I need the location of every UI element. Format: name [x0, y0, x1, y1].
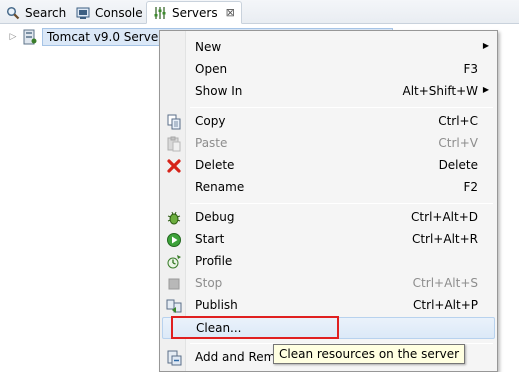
- menu-item-stop[interactable]: Stop Ctrl+Alt+S: [162, 273, 495, 295]
- menu-item-shortcut: Ctrl+Alt+P: [413, 298, 478, 312]
- menu-item-profile[interactable]: Profile: [162, 251, 495, 273]
- menu-item-shortcut: Ctrl+Alt+D: [411, 210, 478, 224]
- expand-toggle-icon[interactable]: ▷: [6, 32, 20, 42]
- delete-icon: [162, 155, 186, 177]
- view-tab-bar: Search Console Servers ⊠: [0, 0, 519, 24]
- menu-item-shortcut: Ctrl+Alt+S: [412, 276, 478, 290]
- start-icon: [162, 229, 186, 251]
- menu-item-shortcut: F3: [463, 62, 478, 76]
- menu-item-label: Rename: [195, 180, 245, 194]
- menu-item-debug[interactable]: Debug Ctrl+Alt+D: [162, 207, 495, 229]
- menu-item-shortcut: Ctrl+C: [438, 114, 478, 128]
- close-icon[interactable]: ⊠: [226, 6, 235, 19]
- submenu-arrow-icon: ▶: [482, 41, 489, 50]
- menu-item-label: Open: [195, 62, 228, 76]
- tab-label: Servers: [172, 5, 218, 20]
- menu-item-copy[interactable]: Copy Ctrl+C: [162, 111, 495, 133]
- menu-item-shortcut: Alt+Shift+W: [402, 84, 479, 98]
- menu-item-shortcut: F2: [463, 180, 478, 194]
- menu-item-label: New: [195, 40, 222, 54]
- menu-item-delete[interactable]: Delete Delete: [162, 155, 495, 177]
- menu-item-publish[interactable]: Publish Ctrl+Alt+P: [162, 295, 495, 317]
- menu-item-open[interactable]: Open F3: [162, 59, 495, 81]
- servers-icon: [153, 6, 167, 20]
- menu-item-label: Stop: [195, 276, 223, 290]
- profile-icon: [162, 251, 186, 273]
- publish-icon: [162, 295, 186, 317]
- menu-item-paste[interactable]: Paste Ctrl+V: [162, 133, 495, 155]
- menu-item-label: Debug: [195, 210, 235, 224]
- tooltip: Clean resources on the server: [273, 344, 466, 364]
- menu-item-label: Delete: [195, 158, 235, 172]
- menu-item-label: Copy: [195, 114, 226, 128]
- menu-item-label: Paste: [195, 136, 228, 150]
- menu-item-label: Start: [195, 232, 225, 246]
- menu-item-new[interactable]: New ▶: [162, 37, 495, 59]
- add-remove-icon: [162, 347, 186, 369]
- menu-separator: [190, 203, 493, 204]
- menu-item-shortcut: Ctrl+Alt+R: [411, 232, 478, 246]
- menu-item-label: Publish: [195, 298, 238, 312]
- console-icon: [76, 6, 90, 20]
- menu-item-label: Show In: [195, 84, 243, 98]
- tab-servers[interactable]: Servers ⊠: [146, 1, 242, 24]
- menu-item-start[interactable]: Start Ctrl+Alt+R: [162, 229, 495, 251]
- server-icon: [22, 29, 38, 45]
- tab-search[interactable]: Search: [0, 1, 72, 24]
- menu-item-rename[interactable]: Rename F2: [162, 177, 495, 199]
- highlight-annotation-box: [171, 316, 339, 339]
- submenu-arrow-icon: ▶: [482, 85, 489, 94]
- tab-label: Search: [25, 5, 67, 20]
- menu-item-shortcut: Delete: [438, 158, 478, 172]
- menu-item-label: Profile: [195, 254, 233, 268]
- paste-icon: [162, 133, 186, 155]
- menu-item-show-in[interactable]: Show In Alt+Shift+W ▶: [162, 81, 495, 103]
- search-icon: [6, 6, 20, 20]
- debug-icon: [162, 207, 186, 229]
- stop-icon: [162, 273, 186, 295]
- copy-icon: [162, 111, 186, 133]
- tab-label: Console: [95, 5, 143, 20]
- tab-console[interactable]: Console: [70, 1, 149, 24]
- menu-separator: [190, 107, 493, 108]
- menu-item-shortcut: Ctrl+V: [438, 136, 478, 150]
